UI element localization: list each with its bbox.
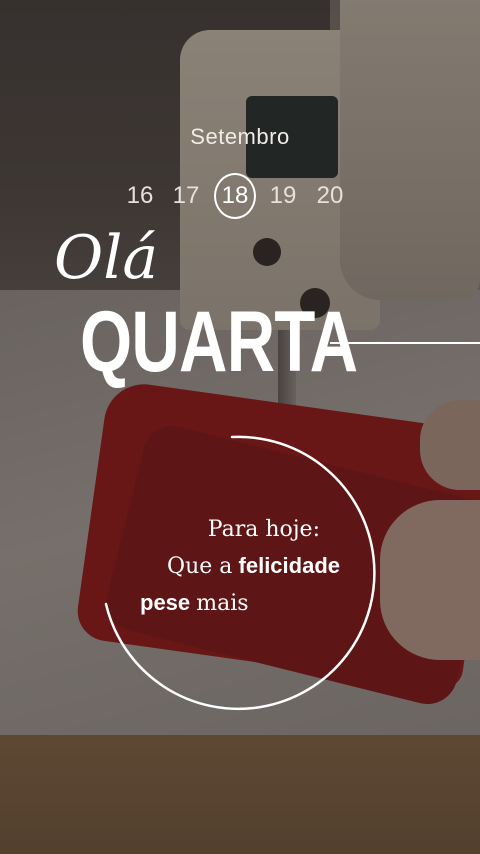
quote-text: Para hoje: Que a felicidade pese mais [120,512,360,622]
quote-suffix: mais [196,591,249,616]
quote-emphasis: felicidade [238,553,340,578]
quote-line-1: Para hoje: [207,517,320,542]
quote-circle [104,435,376,711]
quote-line-2: Que a felicidade [120,548,360,585]
quote-emphasis: pese [140,590,191,615]
quote-prefix: Que a [167,554,233,579]
quote-line-3: pese mais [120,585,360,622]
